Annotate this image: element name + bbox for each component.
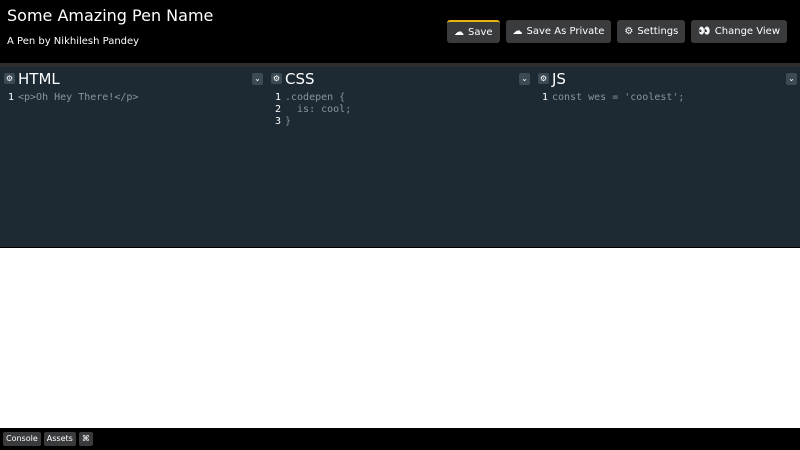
footer-bar: Console Assets ⌘ (0, 428, 800, 450)
css-code[interactable]: 1 .codepen { 2 is: cool; 3 } (267, 92, 533, 128)
css-editor[interactable]: ⚙ CSS ⌄ 1 .codepen { 2 is: cool; 3 } (267, 67, 533, 247)
command-icon[interactable]: ⌘ (78, 432, 93, 446)
code-text: <p>Oh Hey There!</p> (18, 92, 139, 103)
js-code[interactable]: 1 const wes = 'coolest'; (534, 92, 800, 104)
css-editor-title: CSS (285, 70, 315, 88)
code-text: .codepen { (285, 92, 346, 103)
console-button[interactable]: Console (3, 432, 41, 446)
gear-icon[interactable]: ⚙ (538, 73, 549, 84)
save-as-private-label: Save As Private (526, 26, 605, 37)
html-code[interactable]: 1 <p>Oh Hey There!</p> (0, 92, 266, 104)
code-text: } (285, 116, 292, 127)
gear-icon[interactable]: ⚙ (4, 73, 15, 84)
result-preview[interactable] (0, 248, 800, 428)
chevron-down-icon[interactable]: ⌄ (519, 73, 530, 85)
line-number: 2 (274, 104, 281, 115)
js-editor-header: ⚙ JS ⌄ (534, 67, 800, 91)
line-number: 1 (274, 92, 281, 103)
code-text: const wes = 'coolest'; (552, 92, 685, 103)
cloud-icon: ☁ (453, 27, 464, 38)
header-actions: ☁ Save ☁ Save As Private ⚙ Settings 👀 Ch… (446, 20, 787, 43)
code-line: 1 const wes = 'coolest'; (534, 92, 800, 104)
html-editor-title: HTML (18, 70, 60, 88)
chevron-down-icon[interactable]: ⌄ (786, 73, 797, 85)
code-line: 1 .codepen { (267, 92, 533, 104)
save-button[interactable]: ☁ Save (446, 20, 500, 43)
change-view-button[interactable]: 👀 Change View (691, 20, 787, 43)
pen-author: A Pen by Nikhilesh Pandey (7, 36, 140, 47)
code-line: 3 } (267, 116, 533, 128)
code-line: 1 <p>Oh Hey There!</p> (0, 92, 266, 104)
js-editor-title: JS (552, 70, 566, 88)
settings-label: Settings (637, 26, 679, 37)
code-text: is: cool; (285, 104, 352, 115)
change-view-label: Change View (714, 26, 780, 37)
pen-header: Some Amazing Pen Name A Pen by Nikhilesh… (0, 0, 800, 63)
chevron-down-icon[interactable]: ⌄ (252, 73, 263, 85)
save-button-label: Save (467, 27, 493, 38)
cloud-icon: ☁ (512, 26, 523, 37)
html-editor-header: ⚙ HTML ⌄ (0, 67, 266, 91)
pen-title[interactable]: Some Amazing Pen Name (7, 6, 213, 26)
editors-panel: ⚙ HTML ⌄ 1 <p>Oh Hey There!</p> ⚙ CSS ⌄ … (0, 67, 800, 248)
settings-button[interactable]: ⚙ Settings (617, 20, 686, 43)
css-editor-header: ⚙ CSS ⌄ (267, 67, 533, 91)
line-number: 1 (541, 92, 548, 103)
html-editor[interactable]: ⚙ HTML ⌄ 1 <p>Oh Hey There!</p> (0, 67, 266, 247)
save-as-private-button[interactable]: ☁ Save As Private (505, 20, 612, 43)
line-number: 3 (274, 116, 281, 127)
gear-icon[interactable]: ⚙ (271, 73, 282, 84)
line-number: 1 (7, 92, 14, 103)
code-line: 2 is: cool; (267, 104, 533, 116)
assets-button[interactable]: Assets (43, 432, 76, 446)
js-editor[interactable]: ⚙ JS ⌄ 1 const wes = 'coolest'; (534, 67, 800, 247)
gear-icon: ⚙ (624, 26, 634, 37)
eyes-icon: 👀 (698, 26, 711, 37)
